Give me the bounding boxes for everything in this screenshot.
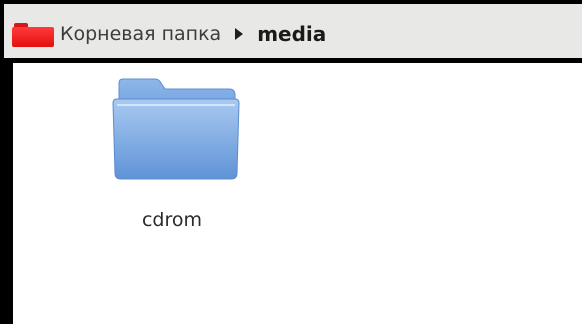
folder-red-icon[interactable] <box>12 21 54 47</box>
file-item-cdrom[interactable]: cdrom <box>111 77 245 237</box>
file-manager-window: Корневая папка media cdrom <box>0 0 582 324</box>
breadcrumb-current-label[interactable]: media <box>257 22 326 46</box>
triangle-right-icon <box>235 28 244 40</box>
path-bar: Корневая папка media <box>4 4 582 58</box>
folder-blue-icon <box>112 78 240 180</box>
breadcrumb: Корневая папка media <box>4 20 326 48</box>
file-view[interactable]: cdrom <box>10 60 582 324</box>
file-item-label: cdrom <box>141 209 203 231</box>
breadcrumb-root-label[interactable]: Корневая папка <box>60 23 221 45</box>
